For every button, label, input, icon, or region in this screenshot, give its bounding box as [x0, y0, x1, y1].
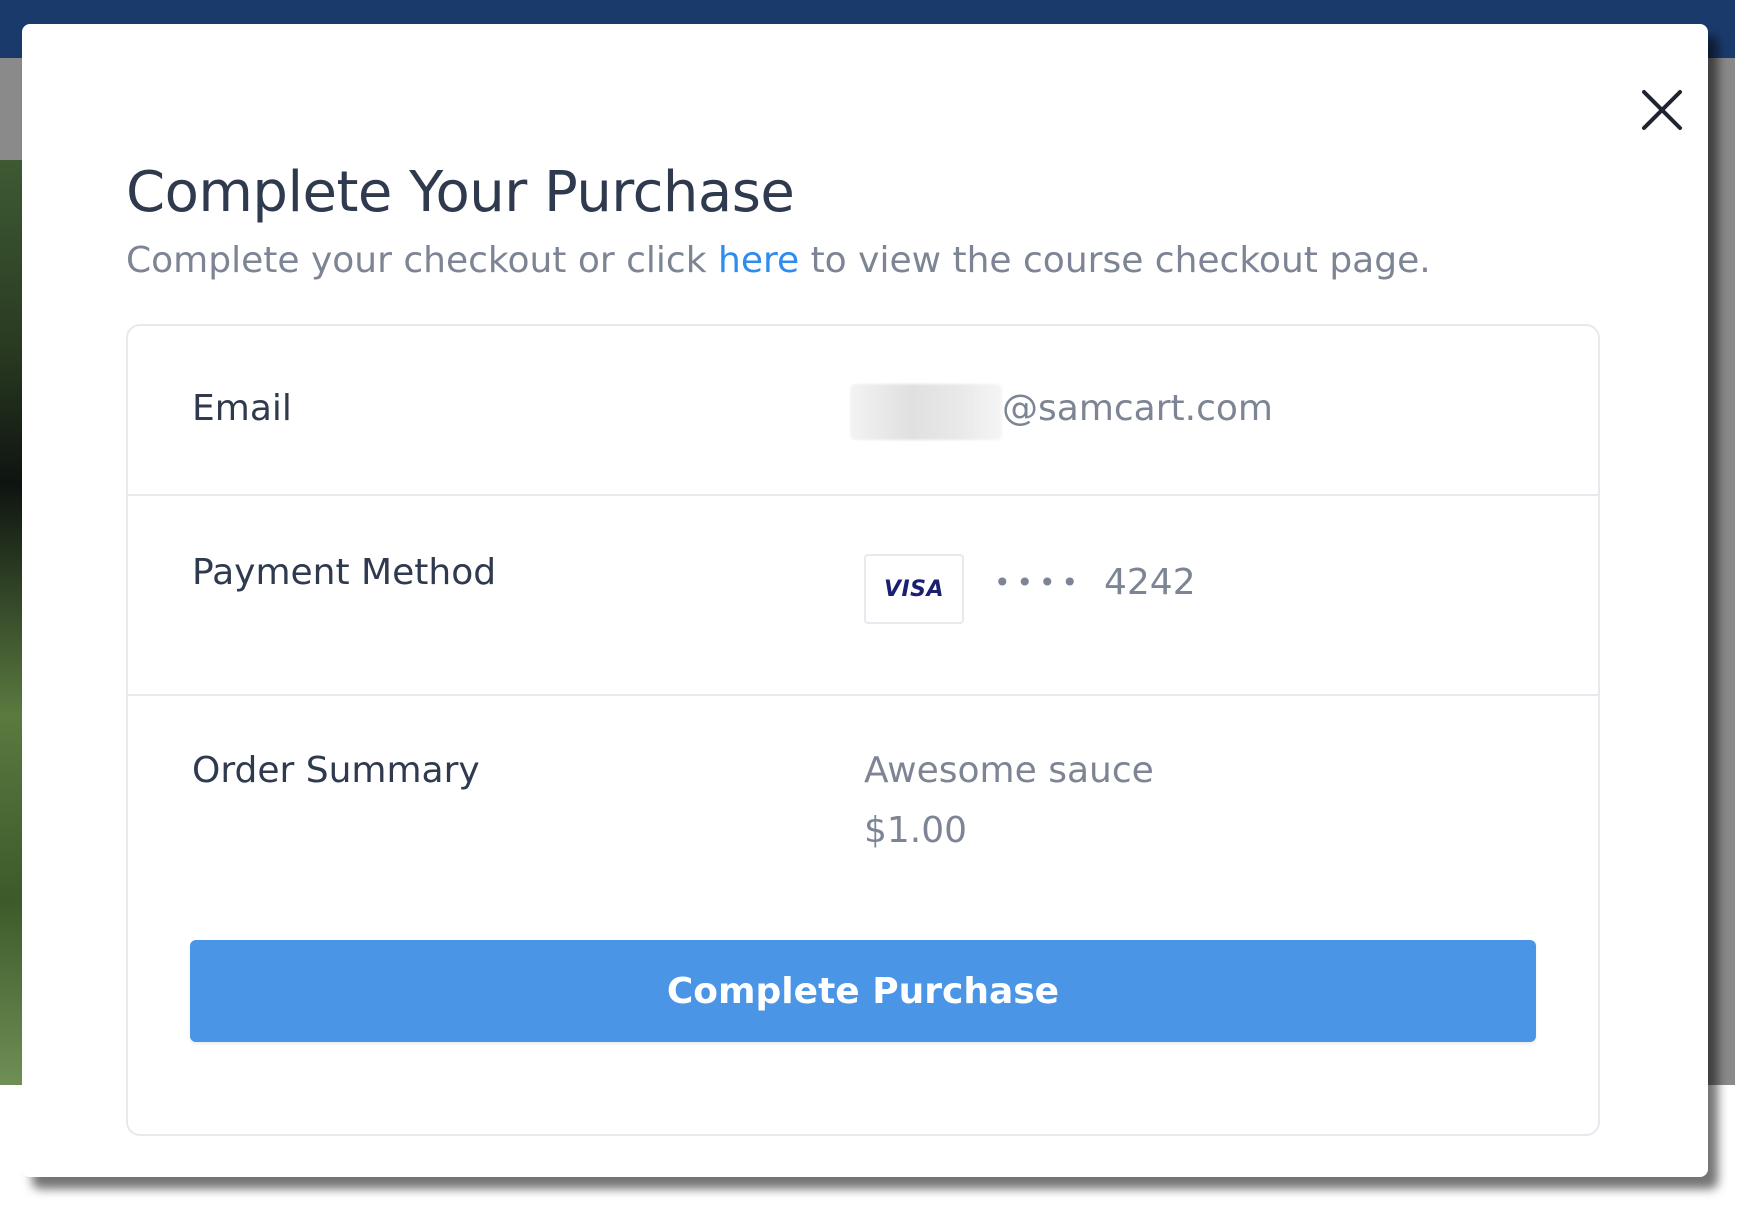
card-last-four: 4242 — [1104, 562, 1196, 603]
product-name: Awesome sauce — [864, 750, 1154, 791]
subtitle-text-after: to view the course checkout page. — [799, 240, 1431, 281]
card-brand-text: VISA — [883, 576, 945, 602]
close-icon — [1642, 90, 1682, 130]
card-masked-dots: •••• — [994, 566, 1085, 599]
payment-method-row: Payment Method VISA •••• 4242 — [128, 496, 1598, 696]
email-redacted-block — [850, 384, 1002, 440]
email-row: Email @samcart.com — [128, 326, 1598, 496]
visa-card-icon: VISA — [864, 554, 964, 624]
checkout-details-card: Email @samcart.com Payment Method VISA •… — [126, 324, 1600, 1136]
background-photo — [0, 160, 22, 1085]
subtitle-text-before: Complete your checkout or click — [126, 240, 718, 281]
complete-purchase-button[interactable]: Complete Purchase — [190, 940, 1536, 1042]
close-button[interactable] — [1638, 86, 1686, 134]
checkout-modal: Complete Your Purchase Complete your che… — [22, 24, 1708, 1177]
product-price: $1.00 — [864, 810, 968, 851]
payment-method-label: Payment Method — [192, 552, 497, 593]
checkout-page-link[interactable]: here — [718, 240, 799, 281]
modal-title: Complete Your Purchase — [126, 160, 795, 225]
background-overlay-right — [1708, 58, 1735, 1088]
email-label: Email — [192, 388, 292, 429]
modal-subtitle: Complete your checkout or click here to … — [126, 240, 1431, 281]
email-value: @samcart.com — [1002, 388, 1273, 429]
order-summary-label: Order Summary — [192, 750, 480, 791]
